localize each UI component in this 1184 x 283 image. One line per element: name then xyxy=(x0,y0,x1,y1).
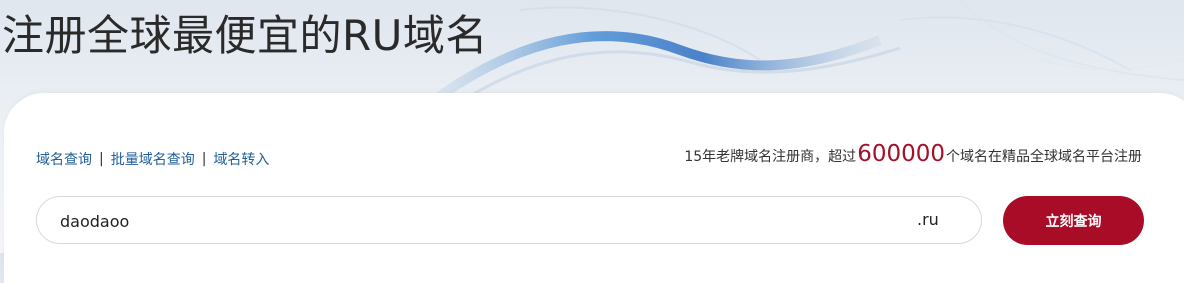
domain-search-box: .ru xyxy=(36,196,982,244)
search-panel xyxy=(4,93,1184,283)
domain-search-input[interactable] xyxy=(60,207,860,235)
domain-transfer-link[interactable]: 域名转入 xyxy=(213,149,269,169)
domain-query-link[interactable]: 域名查询 xyxy=(36,149,92,169)
page-title: 注册全球最便宜的RU域名 xyxy=(2,11,488,60)
search-now-button[interactable]: 立刻查询 xyxy=(1003,196,1144,245)
domain-suffix: .ru xyxy=(917,210,939,229)
link-separator: | xyxy=(201,151,207,167)
registrar-slogan: 15年老牌域名注册商，超过 600000 个域名在精品全球域名平台注册 xyxy=(684,141,1142,167)
bulk-domain-query-link[interactable]: 批量域名查询 xyxy=(111,149,195,169)
slogan-suffix: 个域名在精品全球域名平台注册 xyxy=(946,149,1142,165)
domain-count: 600000 xyxy=(857,141,945,167)
link-separator: | xyxy=(99,151,104,167)
domain-nav-links: 域名查询 | 批量域名查询 | 域名转入 xyxy=(36,149,269,169)
slogan-prefix: 15年老牌域名注册商，超过 xyxy=(684,149,857,165)
